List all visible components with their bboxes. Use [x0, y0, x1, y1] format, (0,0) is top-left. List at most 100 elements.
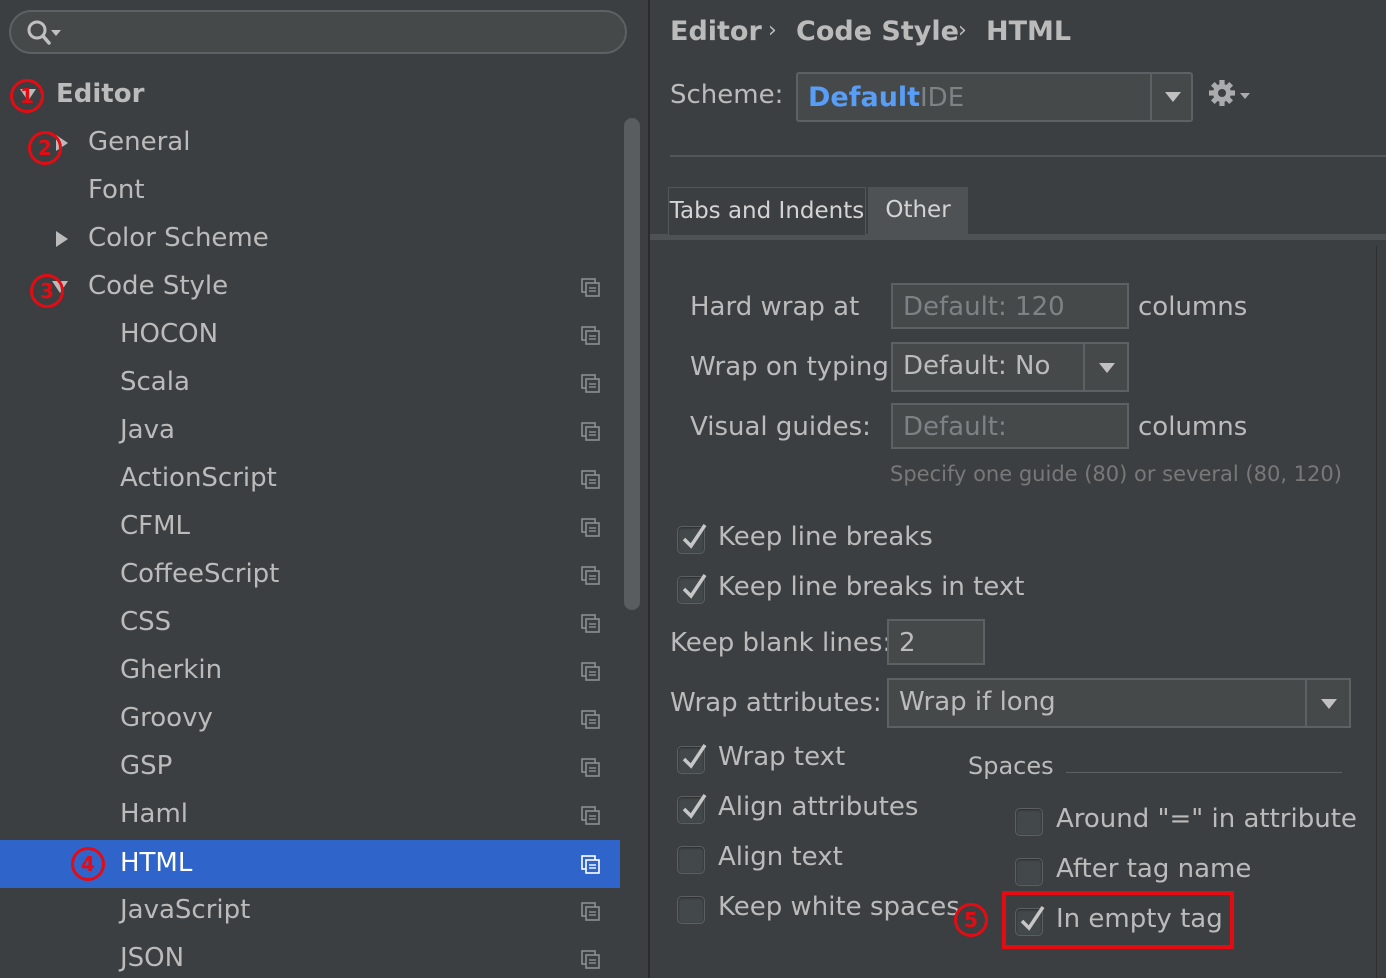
- checkbox-label: Keep line breaks: [718, 522, 933, 552]
- tree-item-label: General: [88, 127, 191, 157]
- checkbox[interactable]: [677, 574, 707, 604]
- breadcrumb-item: HTML: [986, 16, 1072, 47]
- tree-item-java[interactable]: Java: [0, 407, 620, 455]
- tree-item-editor[interactable]: Editor: [0, 71, 620, 119]
- scheme-dropdown-button[interactable]: [1150, 74, 1192, 120]
- checkbox[interactable]: [677, 744, 707, 774]
- tree-item-groovy[interactable]: Groovy: [0, 695, 620, 743]
- checkmark-icon: [682, 744, 707, 769]
- checkbox[interactable]: [1015, 808, 1043, 836]
- tree-item-general[interactable]: General: [0, 119, 620, 167]
- checkbox-label: Wrap text: [718, 742, 846, 772]
- sidebar-scrollbar[interactable]: [624, 118, 640, 610]
- content-scrollbar[interactable]: [1376, 246, 1386, 978]
- checkbox[interactable]: [677, 896, 705, 924]
- tree-item-actionscript[interactable]: ActionScript: [0, 455, 620, 503]
- tree-item-label: Java: [120, 415, 175, 445]
- tree-item-hocon[interactable]: HOCON: [0, 311, 620, 359]
- copy-icon: [581, 855, 600, 874]
- copy-icon: [581, 374, 600, 393]
- copy-icon: [581, 518, 600, 537]
- checkmark-icon: [682, 524, 707, 549]
- scheme-dropdown[interactable]: Default IDE: [796, 72, 1193, 122]
- tree-item-label: HOCON: [120, 319, 219, 349]
- tree-item-coffeescript[interactable]: CoffeeScript: [0, 551, 620, 599]
- tree-item-haml[interactable]: Haml: [0, 791, 620, 839]
- dropdown-arrow-icon: [1165, 92, 1181, 102]
- checkmark-icon: [682, 574, 707, 599]
- group-separator: [1066, 772, 1342, 773]
- checkbox-label: Align attributes: [718, 792, 919, 822]
- expand-arrow-icon[interactable]: [52, 229, 72, 249]
- tree-item-cfml[interactable]: CFML: [0, 503, 620, 551]
- dropdown-arrow-icon: [1321, 699, 1337, 709]
- tree-item-gherkin[interactable]: Gherkin: [0, 647, 620, 695]
- breadcrumb-item: Editor: [670, 16, 762, 47]
- wrap-attributes-label: Wrap attributes:: [670, 688, 882, 718]
- copy-icon: [581, 278, 600, 297]
- tree-item-json[interactable]: JSON: [0, 935, 620, 978]
- keep-blank-lines-input[interactable]: 2: [887, 619, 985, 665]
- tree-item-label: CFML: [120, 511, 191, 541]
- tab-tabs-and-indents[interactable]: Tabs and Indents: [668, 187, 866, 235]
- copy-icon: [581, 326, 600, 345]
- checkbox-label: Around "=" in attribute: [1056, 804, 1357, 834]
- tree-item-label: CoffeeScript: [120, 559, 280, 589]
- visual-guides-suffix: columns: [1138, 412, 1248, 442]
- copy-icon: [581, 614, 600, 633]
- tree-item-label: Editor: [56, 79, 145, 109]
- checkbox[interactable]: [677, 794, 707, 824]
- checkbox-label: Keep line breaks in text: [718, 572, 1025, 602]
- tree-item-label: Gherkin: [120, 655, 223, 685]
- hard-wrap-suffix: columns: [1138, 292, 1248, 322]
- wrap-attributes-dropdown-button[interactable]: [1305, 680, 1349, 726]
- checkbox-label: Align text: [718, 842, 843, 872]
- tree-item-label: Groovy: [120, 703, 213, 733]
- tree-item-label: Font: [88, 175, 145, 205]
- wrap-on-typing-value: Default: No: [903, 351, 1051, 381]
- tree-item-label: ActionScript: [120, 463, 277, 493]
- search-icon[interactable]: [23, 17, 63, 49]
- tree-item-label: JavaScript: [120, 895, 251, 925]
- checkbox[interactable]: [677, 524, 707, 554]
- visual-guides-input[interactable]: Default:: [891, 403, 1129, 449]
- checkbox-label: After tag name: [1056, 854, 1252, 884]
- copy-icon: [581, 902, 600, 921]
- copy-icon: [581, 710, 600, 729]
- wrap-on-typing-dropdown[interactable]: Default: No: [891, 342, 1129, 392]
- checkmark-icon: [682, 794, 707, 819]
- checkbox[interactable]: [677, 846, 705, 874]
- tree-item-scala[interactable]: Scala: [0, 359, 620, 407]
- search-input[interactable]: [9, 10, 627, 54]
- checkbox[interactable]: [1015, 858, 1043, 886]
- copy-icon: [581, 422, 600, 441]
- scheme-type: IDE: [920, 83, 965, 113]
- scheme-name: Default: [808, 82, 921, 113]
- breadcrumb-separator: ›: [958, 18, 967, 43]
- wrap-attributes-dropdown[interactable]: Wrap if long: [887, 678, 1351, 728]
- annotation-badge: 4: [71, 847, 105, 881]
- tab-other[interactable]: Other: [868, 187, 968, 235]
- keep-blank-lines-label: Keep blank lines:: [670, 628, 892, 658]
- tree-item-label: Scala: [120, 367, 190, 397]
- tree-item-javascript[interactable]: JavaScript: [0, 887, 620, 935]
- checkbox-label: Keep white spaces: [718, 892, 960, 922]
- tree-item-color-scheme[interactable]: Color Scheme: [0, 215, 620, 263]
- wrap-on-typing-label: Wrap on typing: [690, 352, 889, 382]
- divider: [670, 155, 1386, 157]
- tree-item-label: Code Style: [88, 271, 229, 301]
- hard-wrap-input[interactable]: Default: 120: [891, 283, 1129, 329]
- tree-item-gsp[interactable]: GSP: [0, 743, 620, 791]
- visual-guides-label: Visual guides:: [690, 412, 871, 442]
- spaces-group-title: Spaces: [968, 752, 1054, 780]
- annotation-badge: 5: [954, 903, 988, 937]
- wrap-on-typing-dropdown-button[interactable]: [1083, 344, 1127, 390]
- visual-guides-hint: Specify one guide (80) or several (80, 1…: [890, 462, 1342, 486]
- gear-icon[interactable]: [1208, 78, 1252, 110]
- tree-item-code-style[interactable]: Code Style: [0, 263, 620, 311]
- tree-item-font[interactable]: Font: [0, 167, 620, 215]
- tree-item-css[interactable]: CSS: [0, 599, 620, 647]
- wrap-attributes-value: Wrap if long: [899, 687, 1056, 717]
- annotation-highlight: [1002, 891, 1234, 949]
- annotation-badge: 2: [28, 131, 62, 165]
